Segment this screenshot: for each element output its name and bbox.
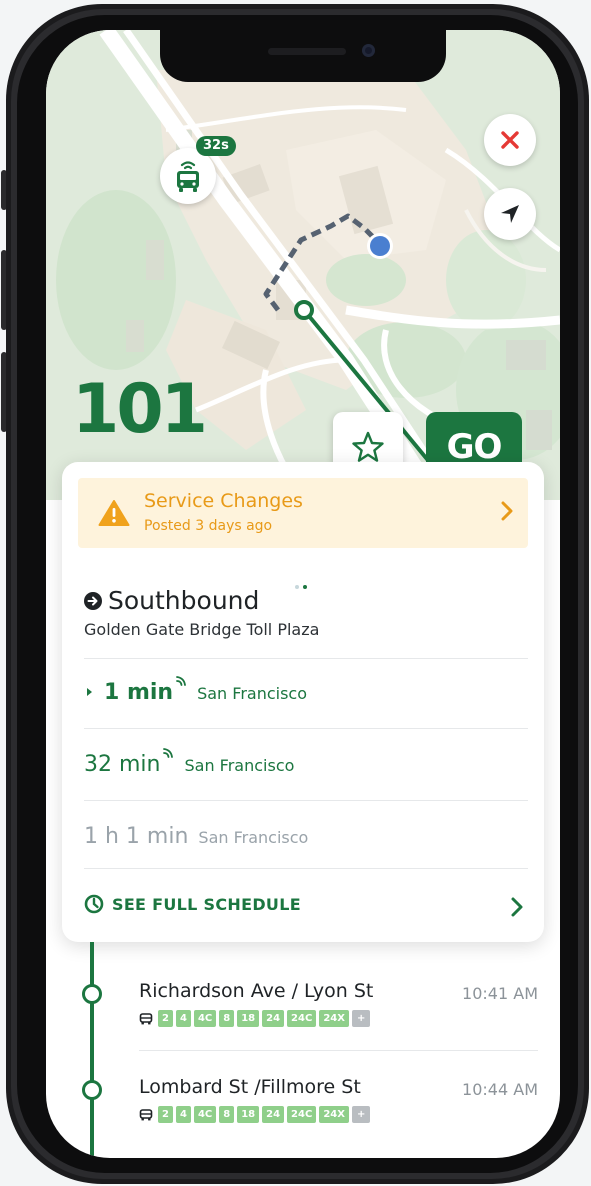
divider <box>139 1050 538 1051</box>
route-chip: 24X <box>319 1010 349 1027</box>
bus-marker[interactable] <box>160 148 216 204</box>
clock-icon <box>84 894 104 914</box>
star-icon <box>352 431 384 462</box>
alert-title: Service Changes <box>144 490 303 512</box>
arrival-destination: San Francisco <box>197 684 308 703</box>
bus-small-icon <box>139 1012 153 1024</box>
device-notch <box>160 30 446 82</box>
direction-header: Southbound <box>84 586 259 615</box>
stop-time: 10:41 AM <box>462 984 538 1003</box>
realtime-signal-icon <box>176 676 186 686</box>
see-full-schedule-link[interactable]: SEE FULL SCHEDULE <box>84 894 301 914</box>
route-chip: 24 <box>262 1010 285 1027</box>
stop-time: 10:44 AM <box>462 1080 538 1099</box>
alert-subtitle: Posted 3 days ago <box>144 518 273 534</box>
locate-button[interactable] <box>484 188 536 240</box>
stop-node <box>82 984 102 1004</box>
direction-label: Southbound <box>108 586 260 615</box>
route-chip: 24C <box>287 1010 317 1027</box>
stop-node <box>82 1080 102 1100</box>
route-chip: 18 <box>237 1010 260 1027</box>
stop-routes: 2 4 4C 8 18 24 24C 24X + <box>139 1010 373 1027</box>
arrival-time: 32 min <box>84 752 161 777</box>
realtime-signal-icon <box>163 748 174 758</box>
arrival-row[interactable]: 1 min San Francisco <box>84 676 308 705</box>
stop-name: Golden Gate Bridge Toll Plaza <box>84 620 320 639</box>
route-chip: 24 <box>262 1106 285 1123</box>
warning-icon <box>98 500 130 526</box>
more-routes-chip: + <box>351 1010 371 1027</box>
route-chip: 2 <box>158 1010 173 1027</box>
bus-eta-badge: 32s <box>196 136 236 156</box>
more-routes-chip: + <box>351 1106 371 1123</box>
stop-title[interactable]: Richardson Ave / Lyon St <box>139 980 373 1002</box>
screen: 32s 101 GO Service Changes Posted 3 days… <box>46 30 560 1158</box>
arrival-row[interactable]: 1 h 1 min San Francisco <box>84 824 308 849</box>
arrival-destination: San Francisco <box>184 756 295 775</box>
divider <box>84 728 528 729</box>
route-number: 101 <box>72 370 208 449</box>
arrival-row[interactable]: 32 min San Francisco <box>84 748 295 777</box>
chevron-right-icon[interactable] <box>510 896 524 918</box>
play-marker-icon <box>87 688 92 696</box>
arrival-time: 1 h 1 min <box>84 824 189 849</box>
stop-title[interactable]: Lombard St /Fillmore St <box>139 1076 361 1098</box>
route-chip: 2 <box>158 1106 173 1123</box>
close-button[interactable] <box>484 114 536 166</box>
route-chip: 4 <box>175 1106 191 1123</box>
route-chip: 24X <box>319 1106 349 1123</box>
route-chip: 24C <box>287 1106 317 1123</box>
route-chip: 4C <box>193 1106 217 1123</box>
bus-icon <box>177 161 199 192</box>
arrival-time: 1 min <box>104 680 174 705</box>
divider <box>84 868 528 869</box>
route-timeline <box>90 942 94 1158</box>
stop-routes: 2 4 4C 8 18 24 24C 24X + <box>139 1106 373 1123</box>
route-card: Service Changes Posted 3 days ago Southb… <box>62 462 544 942</box>
route-chip: 8 <box>219 1106 235 1123</box>
see-full-schedule-label: SEE FULL SCHEDULE <box>112 894 301 914</box>
divider <box>84 658 528 659</box>
service-alert[interactable]: Service Changes Posted 3 days ago <box>78 478 528 548</box>
route-chip: 18 <box>237 1106 260 1123</box>
page-indicator[interactable] <box>293 574 309 593</box>
bus-small-icon <box>139 1108 153 1120</box>
route-chip: 4 <box>175 1010 191 1027</box>
chevron-right-icon <box>501 501 513 521</box>
divider <box>84 800 528 801</box>
close-icon <box>501 131 519 149</box>
arrow-right-circle-icon <box>84 591 102 610</box>
route-chip: 8 <box>219 1010 235 1027</box>
navigation-arrow-icon <box>501 205 519 223</box>
route-chip: 4C <box>193 1010 217 1027</box>
arrival-destination: San Francisco <box>198 828 309 847</box>
